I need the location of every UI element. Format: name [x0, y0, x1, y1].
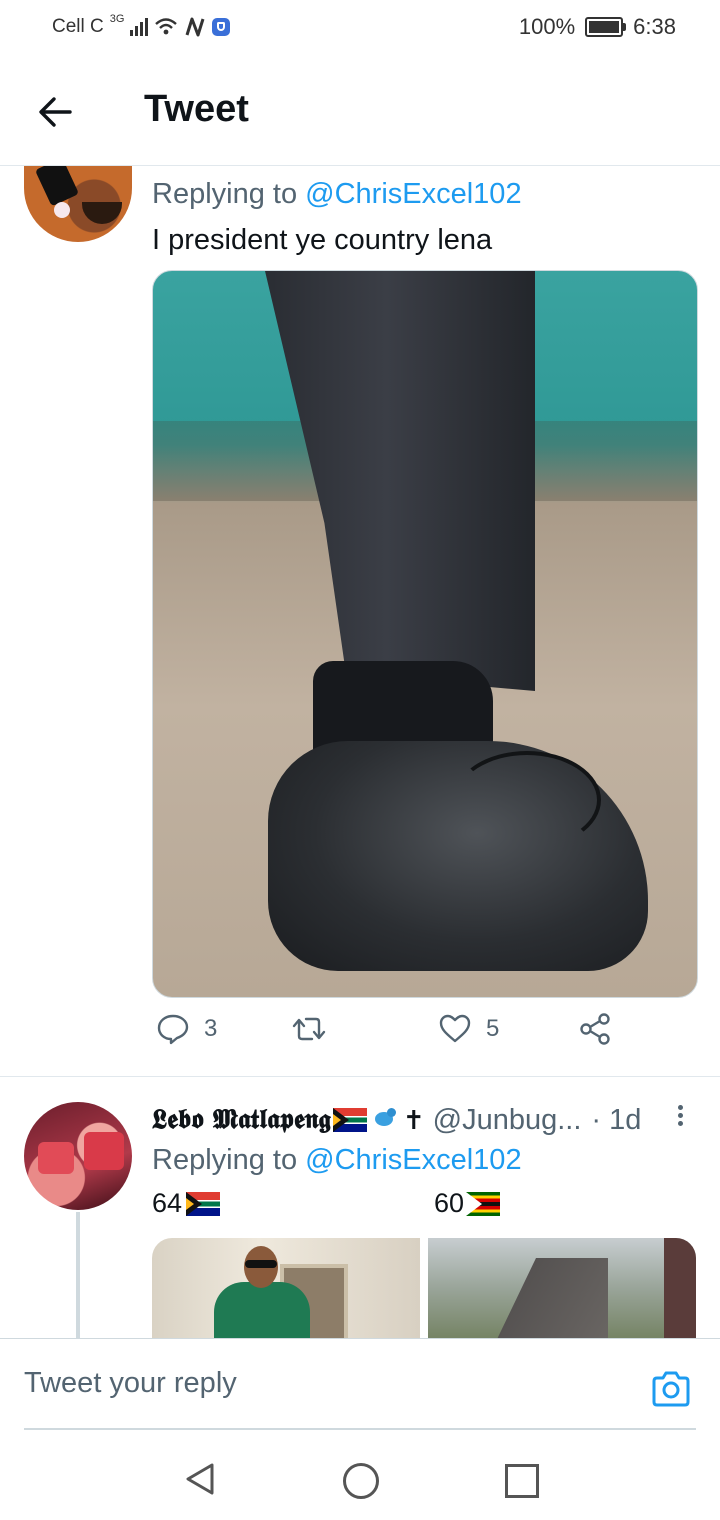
photo-suit — [488, 1258, 608, 1338]
tweet-time: · 1d — [591, 1103, 642, 1136]
app-header: Tweet — [0, 56, 720, 166]
replying-to: Replying to @ChrisExcel102 — [152, 1144, 522, 1177]
user-handle[interactable]: @Junbug... — [433, 1104, 582, 1137]
nav-recents-icon[interactable] — [505, 1464, 539, 1498]
avatar-phone — [34, 166, 80, 207]
avatar-jersey — [38, 1142, 74, 1174]
score-left-value: 64 — [152, 1188, 183, 1218]
reply-underline — [24, 1428, 696, 1430]
tweet-feed[interactable]: Replying to @ChrisExcel102 I president y… — [0, 166, 720, 1338]
photo-sunglasses — [245, 1260, 277, 1268]
tweet-author-row: 𝕷𝖊𝖇𝖔 𝕸𝖆𝖙𝖑𝖆𝖕𝖊𝖓𝖌 ✝ @Junbug... · 1d — [152, 1100, 696, 1140]
retweet-button[interactable] — [292, 1012, 340, 1046]
signal-icon — [130, 18, 149, 36]
tweet-text: I president ye country lena — [152, 224, 493, 256]
avatar-beard — [82, 202, 122, 224]
replying-handle-link[interactable]: @ChrisExcel102 — [305, 178, 521, 210]
network-type: 3G — [109, 13, 125, 25]
wifi-icon — [155, 18, 178, 35]
photo-lace — [453, 751, 601, 849]
score-left: 64 — [152, 1188, 221, 1219]
status-bar: Cell C 3G 100% 6:38 — [0, 0, 720, 56]
nav-back-icon[interactable] — [184, 1462, 216, 1496]
status-right: 100% 6:38 — [519, 14, 676, 40]
nfc-icon — [185, 17, 205, 37]
zimbabwe-flag-icon — [466, 1191, 501, 1216]
system-nav-bar — [0, 1432, 720, 1520]
bird-icon — [371, 1106, 399, 1134]
avatar-hand — [54, 202, 70, 218]
page-title: Tweet — [144, 88, 249, 130]
camera-icon[interactable] — [650, 1369, 692, 1409]
status-left: Cell C 3G — [52, 13, 231, 38]
share-button[interactable] — [578, 1012, 612, 1046]
like-button[interactable]: 5 — [438, 1012, 499, 1046]
like-count: 5 — [486, 1015, 500, 1042]
tweet-text: 64 60 — [152, 1188, 696, 1224]
tweet-photo[interactable] — [152, 270, 698, 998]
cross-symbol: ✝ — [402, 1104, 425, 1135]
reply-button[interactable]: 3 — [156, 1012, 217, 1046]
tweet-photo[interactable] — [428, 1238, 696, 1338]
more-options-icon[interactable] — [670, 1102, 690, 1132]
battery-icon — [585, 17, 627, 37]
heart-icon — [439, 1014, 471, 1043]
reply-count: 3 — [204, 1015, 218, 1042]
thread-line — [76, 1212, 80, 1338]
photo-person — [214, 1282, 310, 1338]
reply-icon — [157, 1014, 189, 1045]
replying-handle-link[interactable]: @ChrisExcel102 — [305, 1144, 521, 1176]
reply-input[interactable]: Tweet your reply — [24, 1367, 237, 1400]
replying-to: Replying to @ChrisExcel102 — [152, 178, 522, 211]
retweet-icon — [292, 1017, 326, 1041]
avatar[interactable] — [24, 166, 132, 242]
share-icon — [580, 1013, 610, 1045]
battery-percent: 100% — [518, 14, 576, 39]
photo-suit — [664, 1238, 696, 1338]
score-right: 60 — [434, 1188, 501, 1219]
avatar[interactable] — [24, 1102, 132, 1210]
carrier-label: Cell C — [52, 16, 104, 37]
back-arrow-icon[interactable] — [36, 92, 76, 132]
replying-prefix: Replying to — [152, 178, 298, 210]
clock: 6:38 — [633, 14, 676, 39]
tweet-divider — [0, 1076, 720, 1077]
score-right-value: 60 — [434, 1188, 465, 1218]
nav-home-icon[interactable] — [343, 1463, 379, 1499]
display-name[interactable]: 𝕷𝖊𝖇𝖔 𝕸𝖆𝖙𝖑𝖆𝖕𝖊𝖓𝖌 — [152, 1104, 331, 1136]
south-africa-flag-icon — [186, 1191, 221, 1216]
reply-bar: Tweet your reply — [0, 1338, 720, 1431]
tweet-actions: 3 5 — [152, 1012, 696, 1062]
tweet-photo[interactable] — [152, 1238, 420, 1338]
south-africa-flag-icon — [332, 1108, 367, 1132]
replying-prefix: Replying to — [152, 1144, 298, 1176]
vpn-shield-icon — [212, 18, 231, 36]
avatar-jersey — [84, 1132, 124, 1170]
